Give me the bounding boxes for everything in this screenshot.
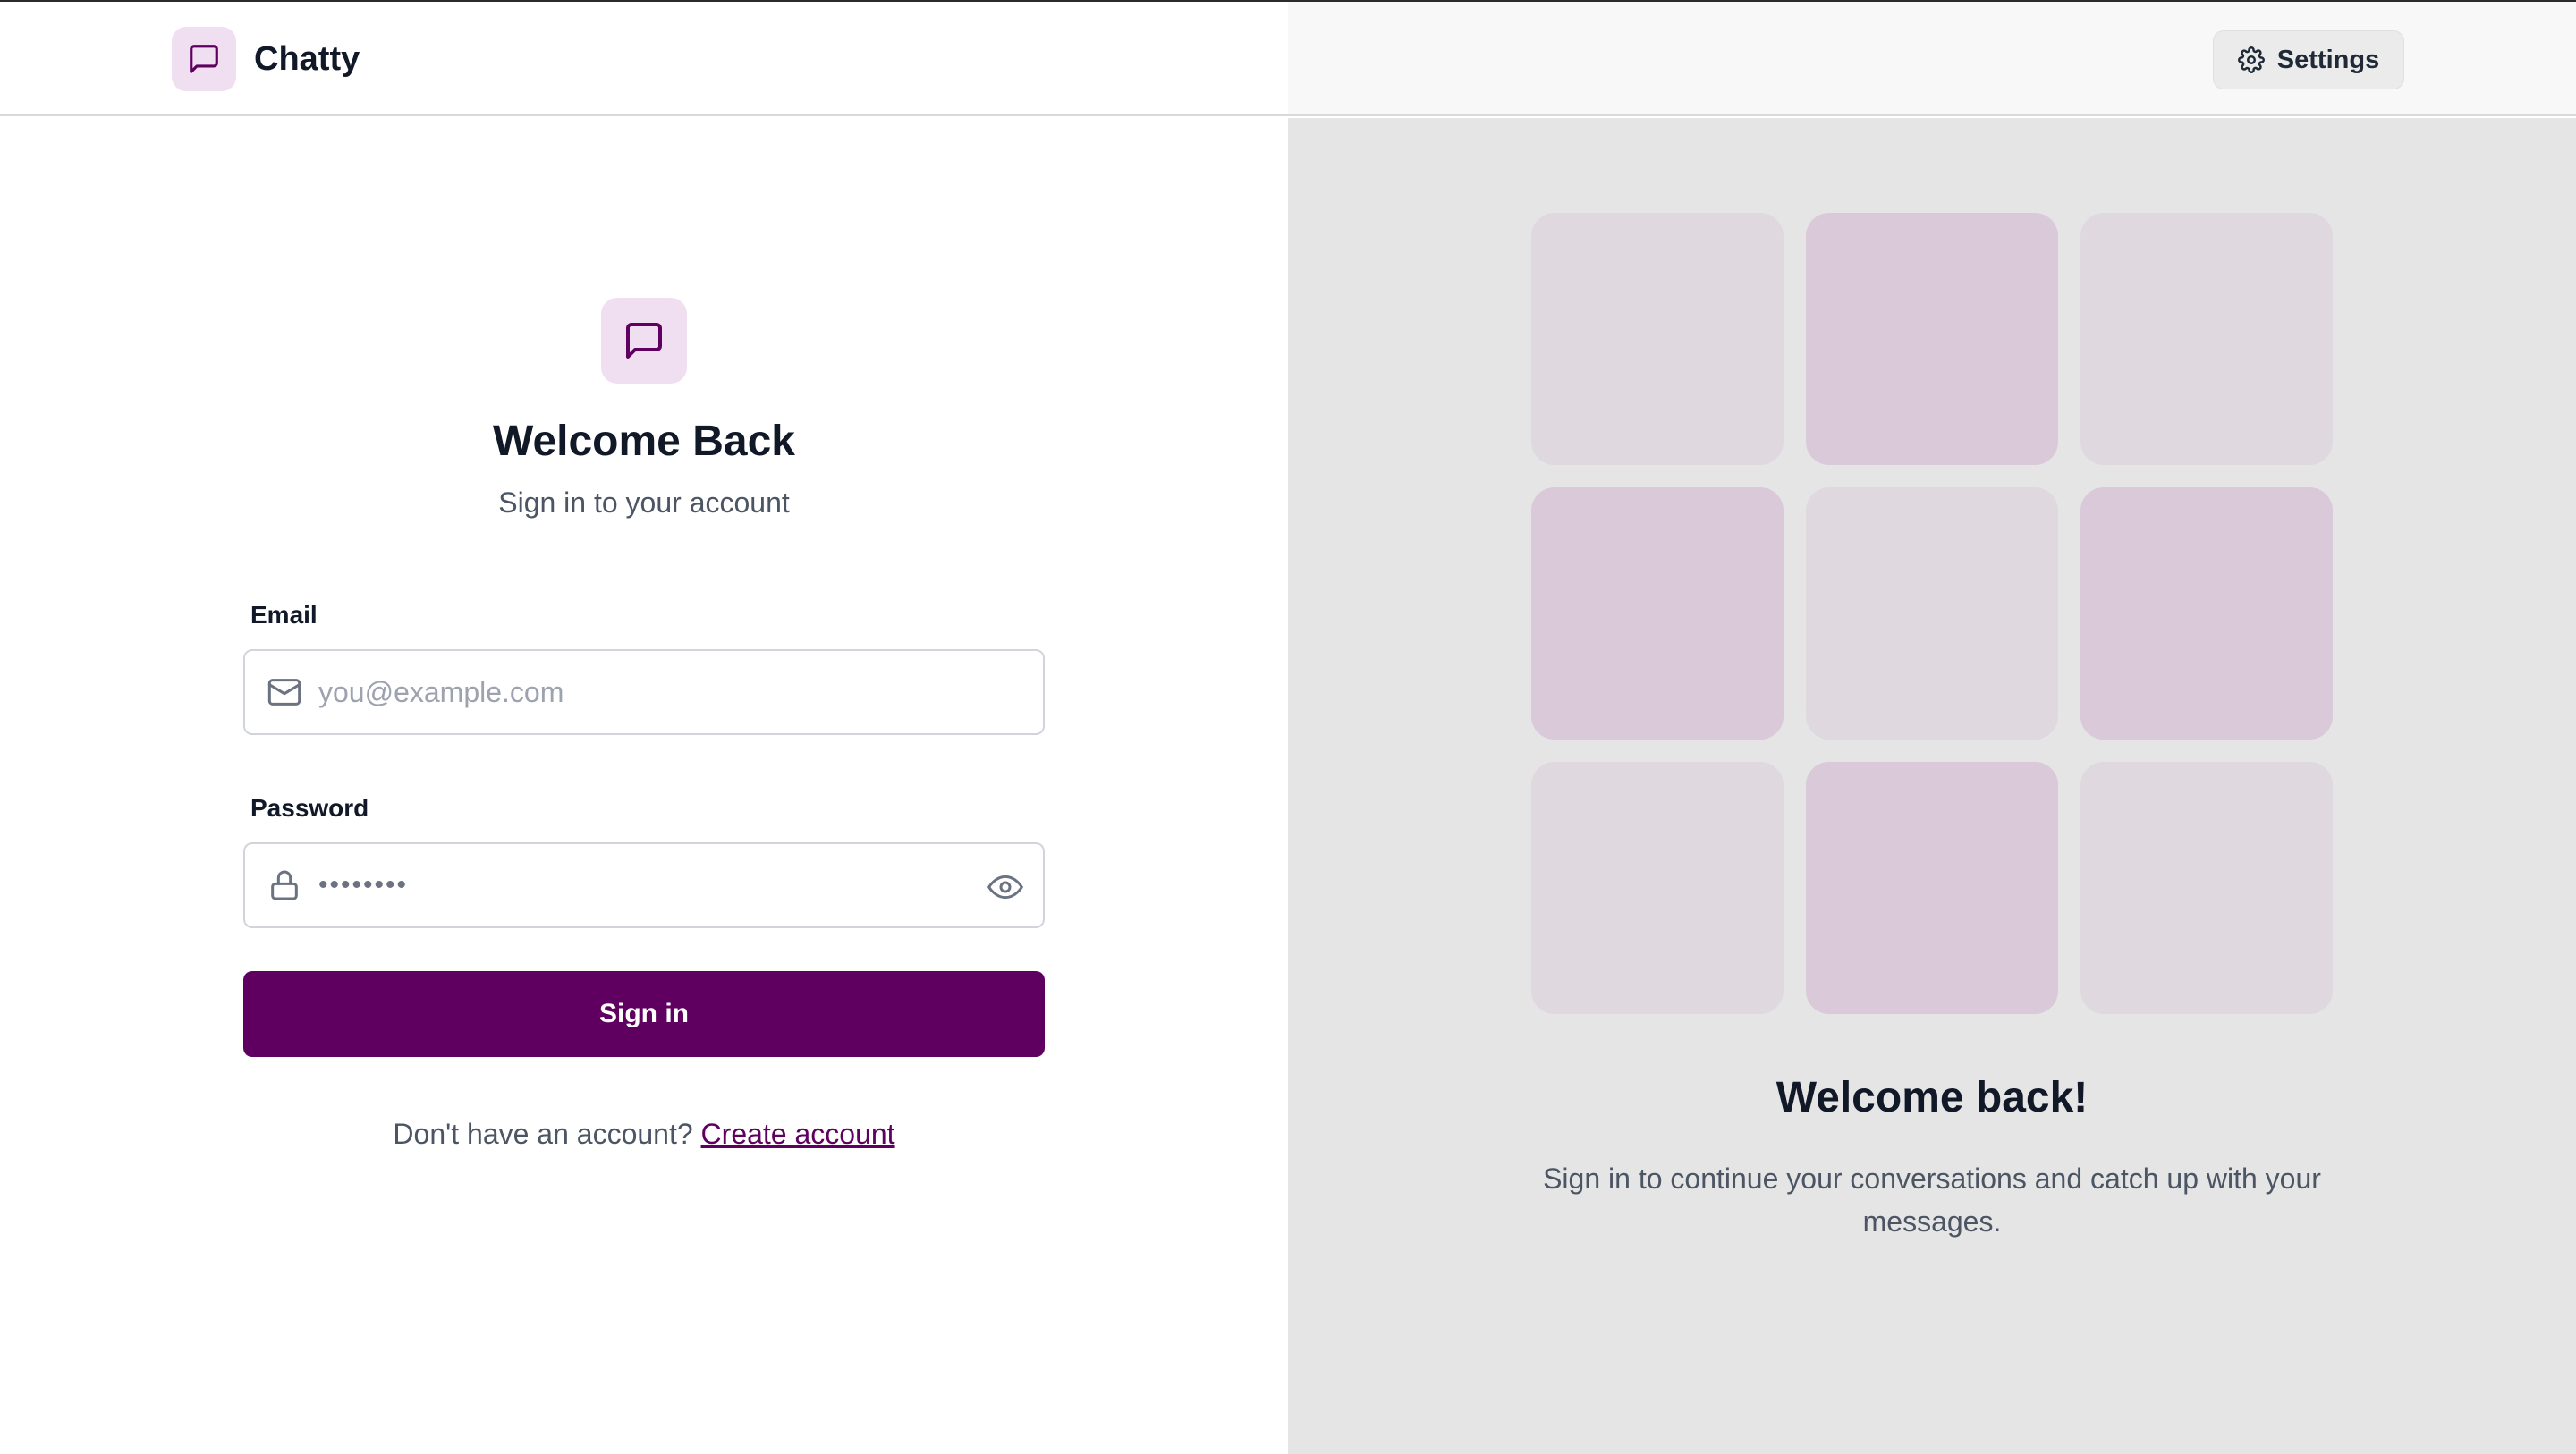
password-field[interactable]: •••••••• bbox=[243, 842, 1045, 928]
email-placeholder: you@example.com bbox=[318, 676, 564, 708]
message-square-icon bbox=[601, 298, 687, 384]
password-label: Password bbox=[250, 794, 369, 822]
promo-text: Sign in to continue your conversations a… bbox=[1543, 1162, 2321, 1238]
illustration-tile bbox=[2080, 762, 2333, 1014]
page-subtitle: Sign in to your account bbox=[498, 486, 790, 519]
eye-icon[interactable] bbox=[987, 869, 1023, 905]
mail-icon bbox=[267, 679, 301, 706]
promo-title: Welcome back! bbox=[1775, 1074, 2089, 1121]
illustration-tile bbox=[2080, 487, 2333, 740]
page-title: Welcome Back bbox=[493, 418, 795, 465]
email-field[interactable]: you@example.com bbox=[243, 649, 1045, 735]
illustration-tile bbox=[1806, 213, 2058, 465]
login-panel: Welcome Back Sign in to your account Ema… bbox=[0, 118, 1288, 1454]
message-square-icon bbox=[172, 27, 236, 91]
signup-prompt-line: Don't have an account? Create account bbox=[0, 1118, 1288, 1151]
lock-icon bbox=[271, 870, 298, 900]
create-account-link[interactable]: Create account bbox=[701, 1118, 895, 1150]
promo-panel: Welcome back! Sign in to continue your c… bbox=[1288, 118, 2576, 1454]
illustration-tile bbox=[1531, 487, 1784, 740]
top-navbar: Chatty Settings bbox=[0, 2, 2576, 116]
settings-label: Settings bbox=[2276, 45, 2380, 74]
brand-name: Chatty bbox=[254, 39, 360, 78]
signup-prompt: Don't have an account? bbox=[393, 1118, 693, 1150]
settings-button[interactable]: Settings bbox=[2213, 30, 2404, 89]
password-placeholder: •••••••• bbox=[318, 870, 409, 900]
sign-in-button[interactable]: Sign in bbox=[243, 971, 1045, 1057]
brand[interactable]: Chatty bbox=[172, 27, 360, 91]
email-label: Email bbox=[250, 601, 318, 629]
illustration-tile bbox=[1531, 762, 1784, 1014]
illustration-grid bbox=[1531, 213, 2333, 1014]
illustration-tile bbox=[2080, 213, 2333, 465]
illustration-tile bbox=[1806, 487, 2058, 740]
gear-icon bbox=[2237, 46, 2265, 73]
illustration-tile bbox=[1531, 213, 1784, 465]
illustration-tile bbox=[1806, 762, 2058, 1014]
